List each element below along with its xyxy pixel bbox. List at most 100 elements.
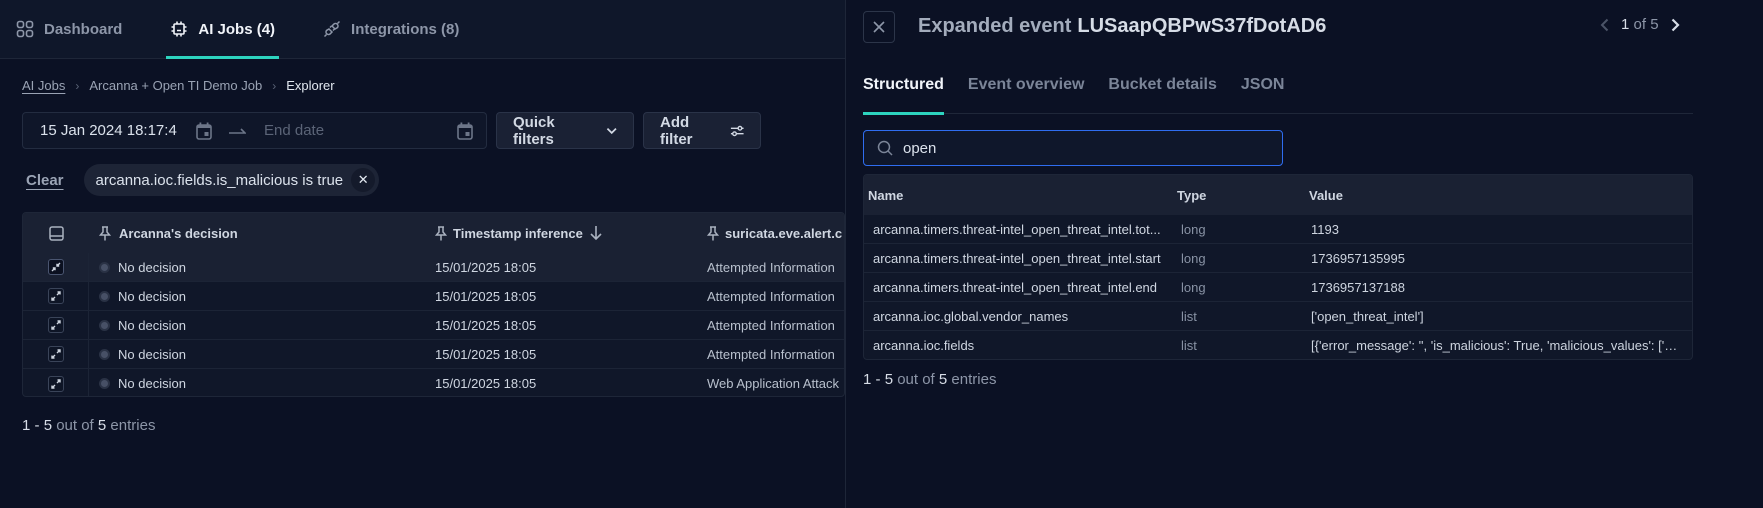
active-filters: Clear arcanna.ioc.fields.is_malicious is… <box>26 164 380 196</box>
event-id: LUSaapQBPwS37fDotAD6 <box>1077 15 1327 37</box>
columns-icon[interactable] <box>48 225 64 241</box>
clear-filters-link[interactable]: Clear <box>26 172 64 189</box>
decision-cell: No decision <box>89 289 435 304</box>
table-row[interactable]: No decision 15/01/2025 18:05 Web Applica… <box>23 369 844 396</box>
event-pager-status: 1 of 5 <box>1621 16 1659 33</box>
tab-bucket-details[interactable]: Bucket details <box>1108 72 1216 114</box>
decision-cell: No decision <box>89 318 435 333</box>
nav-item-dashboard[interactable]: Dashboard <box>12 0 126 58</box>
decision-cell: No decision <box>89 347 435 362</box>
timestamp-cell: 15/01/2025 18:05 <box>435 288 537 304</box>
column-header-decision[interactable]: Arcanna's decision <box>89 226 435 241</box>
decision-label: No decision <box>118 346 186 362</box>
status-dot <box>99 348 110 360</box>
out-of-label: out of <box>893 371 939 388</box>
table-row[interactable]: arcanna.timers.threat-intel_open_threat_… <box>864 215 1692 244</box>
timestamp-cell: 15/01/2025 18:05 <box>435 259 537 275</box>
entries-label: entries <box>106 417 156 434</box>
total-events: 5 <box>1650 16 1659 33</box>
table-row[interactable]: No decision 15/01/2025 18:05 Attempted I… <box>23 311 844 340</box>
chevron-left-icon[interactable] <box>1600 18 1609 32</box>
column-header-timestamp[interactable]: Timestamp inference <box>435 225 707 241</box>
calendar-icon[interactable] <box>196 122 212 140</box>
nav-item-integrations[interactable]: Integrations (8) <box>319 0 463 58</box>
column-header-category[interactable]: suricata.eve.alert.c <box>707 226 844 241</box>
column-header-type[interactable]: Type <box>1175 188 1305 203</box>
plug-icon <box>324 20 341 38</box>
pin-icon[interactable] <box>99 225 111 241</box>
field-value: 1193 <box>1311 221 1339 237</box>
decision-label: No decision <box>118 259 186 275</box>
quick-filters-button[interactable]: Quick filters <box>496 112 634 149</box>
category-cell: Attempted Information <box>707 346 835 362</box>
entries-label: entries <box>947 371 997 388</box>
tab-json[interactable]: JSON <box>1241 72 1285 114</box>
close-icon[interactable]: ✕ <box>351 168 376 192</box>
search-icon <box>877 140 893 156</box>
expanded-event-panel: Expanded event LUSaapQBPwS37fDotAD6 1 of … <box>845 0 1763 508</box>
add-filter-button[interactable]: Add filter <box>643 112 761 149</box>
pin-icon[interactable] <box>707 225 719 241</box>
chevron-right-icon[interactable] <box>1671 18 1680 32</box>
total-count: 5 <box>938 371 948 388</box>
row-action-cell <box>23 369 89 396</box>
field-name: arcanna.timers.threat-intel_open_threat_… <box>873 279 1158 295</box>
field-type: long <box>1181 250 1206 266</box>
filters-row: 15 Jan 2024 18:17:4 End date Quick filte… <box>22 112 761 149</box>
category-cell: Attempted Information <box>707 317 835 333</box>
sort-descending-icon[interactable] <box>589 225 603 241</box>
event-pager: 1 of 5 <box>1600 16 1680 33</box>
category-cell: Web Application Attack <box>707 376 840 391</box>
column-header-value[interactable]: Value <box>1305 188 1692 203</box>
panel-title: Expanded event LUSaapQBPwS37fDotAD6 <box>918 15 1326 38</box>
table-row[interactable]: No decision 15/01/2025 18:05 Attempted I… <box>23 253 844 282</box>
table-row[interactable]: No decision 15/01/2025 18:05 Attempted I… <box>23 282 844 311</box>
column-header-name[interactable]: Name <box>864 188 1175 203</box>
column-toggle[interactable] <box>23 213 89 253</box>
panel-tabs: Structured Event overview Bucket details… <box>863 72 1693 115</box>
table-row[interactable]: arcanna.timers.threat-intel_open_threat_… <box>864 244 1692 273</box>
table-row[interactable]: arcanna.ioc.global.vendor_names list ['o… <box>864 302 1692 331</box>
expand-icon[interactable] <box>47 346 64 362</box>
category-cell: Attempted Information <box>707 259 835 275</box>
field-search[interactable] <box>863 130 1283 166</box>
close-icon <box>873 21 885 33</box>
nav-item-ai-jobs[interactable]: AI Jobs (4) <box>166 0 279 59</box>
fields-pagination-summary: 1 - 5 out of 5 entries <box>863 371 996 388</box>
field-value: 1736957135995 <box>1311 250 1405 266</box>
current-index: 1 <box>1621 16 1630 33</box>
breadcrumb-job[interactable]: Arcanna + Open TI Demo Job <box>89 78 262 93</box>
decision-cell: No decision <box>89 260 435 275</box>
category-cell: Attempted Information <box>707 288 835 304</box>
collapse-icon[interactable] <box>47 259 64 275</box>
range-sep: - <box>30 417 44 434</box>
table-header: Name Type Value <box>864 175 1692 215</box>
field-value: ['open_threat_intel'] <box>1311 308 1424 324</box>
table-row[interactable]: arcanna.timers.threat-intel_open_threat_… <box>864 273 1692 302</box>
nav-item-label: Dashboard <box>44 20 123 38</box>
pin-icon[interactable] <box>435 225 447 241</box>
start-date-input[interactable]: 15 Jan 2024 18:17:4 <box>40 122 182 139</box>
range-sep: - <box>871 371 885 388</box>
table-row[interactable]: No decision 15/01/2025 18:05 Attempted I… <box>23 340 844 369</box>
add-filter-label: Add filter <box>660 113 693 148</box>
calendar-icon[interactable] <box>457 122 473 140</box>
breadcrumb-ai-jobs[interactable]: AI Jobs <box>22 78 65 93</box>
expand-icon[interactable] <box>47 288 64 304</box>
table-row[interactable]: arcanna.ioc.fields list [{'error_message… <box>864 331 1692 359</box>
field-type: list <box>1181 308 1197 324</box>
structured-fields-table: Name Type Value arcanna.timers.threat-in… <box>863 174 1693 360</box>
panel-title-prefix: Expanded event <box>918 15 1072 37</box>
field-type: list <box>1181 338 1197 353</box>
chevron-right-icon: › <box>272 78 277 93</box>
field-type: long <box>1181 221 1206 237</box>
end-date-input[interactable]: End date <box>264 122 457 139</box>
search-input[interactable] <box>903 139 1263 157</box>
tab-structured[interactable]: Structured <box>863 72 944 115</box>
filter-chip[interactable]: arcanna.ioc.fields.is_malicious is true … <box>83 164 380 196</box>
expand-icon[interactable] <box>47 375 64 392</box>
expand-icon[interactable] <box>47 317 64 333</box>
close-panel-button[interactable] <box>863 11 895 43</box>
tab-event-overview[interactable]: Event overview <box>968 72 1085 114</box>
date-range-picker[interactable]: 15 Jan 2024 18:17:4 End date <box>22 112 487 149</box>
